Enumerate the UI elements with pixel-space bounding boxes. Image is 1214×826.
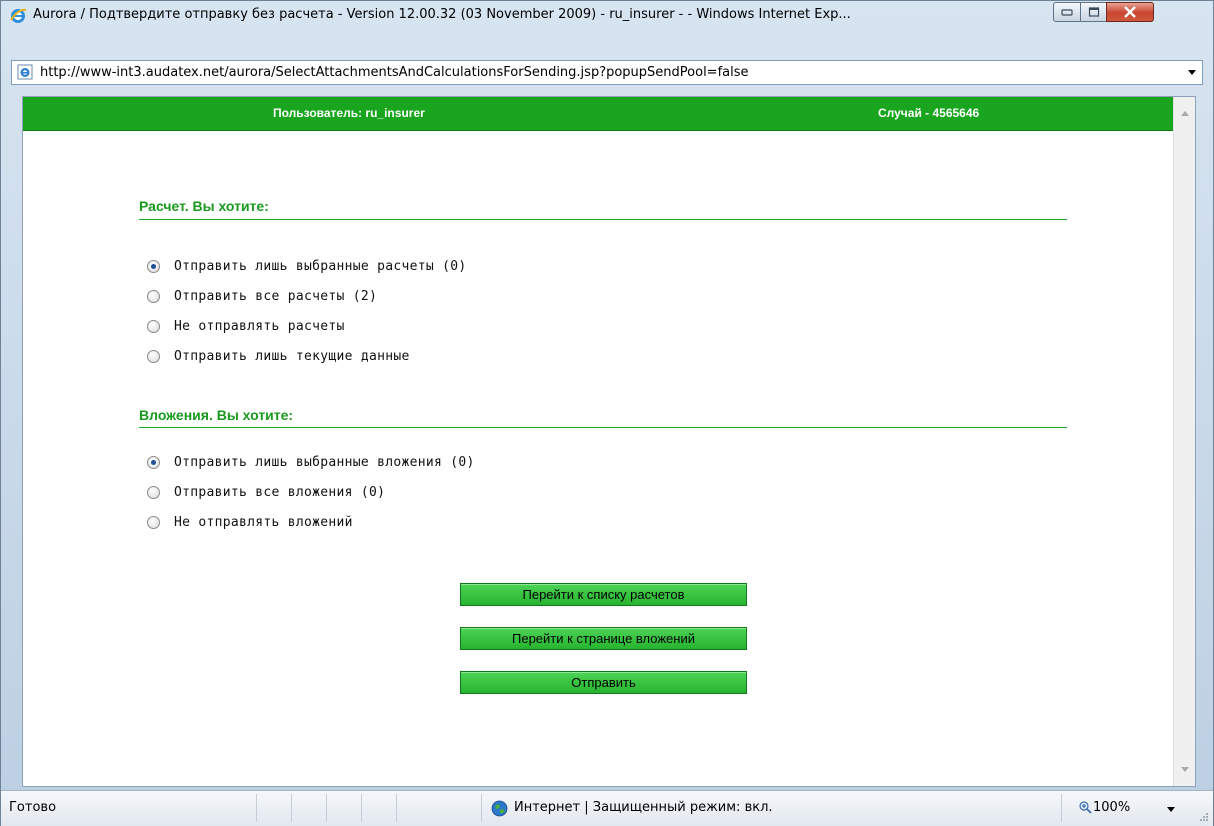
address-bar[interactable]: http://www-int3.audatex.net/aurora/Selec… [11,60,1203,85]
maximize-icon [1088,7,1099,17]
window-title: Aurora / Подтвердите отправку без расчет… [33,7,851,22]
radio-button[interactable] [147,289,160,303]
status-bar: Готово Интернет | Защищенный режим: вкл.… [1,790,1213,826]
divider [396,794,397,822]
radio-button[interactable] [147,455,160,469]
radio-button[interactable] [147,485,160,499]
close-button[interactable] [1106,2,1154,22]
radio-button[interactable] [147,349,160,363]
header-bar: Пользователь: ru_insurer Случай - 456564… [23,97,1173,131]
option-label: Не отправлять вложений [174,514,353,530]
radio-button[interactable] [147,319,160,333]
calculations-title: Расчет. Вы хотите: [139,198,269,214]
security-zone[interactable]: Интернет | Защищенный режим: вкл. [514,800,773,815]
browser-window: Aurora / Подтвердите отправку без расчет… [0,0,1214,826]
calc-option-selected[interactable]: Отправить лишь выбранные расчеты (0) [147,256,467,276]
calc-option-none[interactable]: Не отправлять расчеты [147,316,345,336]
maximize-button[interactable] [1080,2,1107,22]
minimize-button[interactable] [1053,2,1081,22]
ie-icon [10,8,27,23]
divider [1061,794,1062,822]
url-field[interactable]: http://www-int3.audatex.net/aurora/Selec… [40,65,749,80]
resize-grip-icon[interactable] [1199,812,1209,822]
option-label: Отправить лишь текущие данные [174,348,410,364]
magnifier-icon [1079,801,1092,814]
scroll-up-icon[interactable] [1181,111,1189,116]
title-bar[interactable]: Aurora / Подтвердите отправку без расчет… [1,1,1213,29]
chevron-down-icon[interactable] [1188,70,1196,75]
option-label: Отправить все расчеты (2) [174,288,378,304]
divider [139,219,1067,220]
ie-page-icon [17,64,33,80]
status-text: Готово [9,800,57,815]
option-label: Отправить все вложения (0) [174,484,386,500]
radio-button[interactable] [147,515,160,529]
attach-option-selected[interactable]: Отправить лишь выбранные вложения (0) [147,452,475,472]
option-label: Отправить лишь выбранные расчеты (0) [174,258,467,274]
divider [361,794,362,822]
divider [481,794,482,822]
zoom-level[interactable]: 100% [1093,800,1130,815]
divider [326,794,327,822]
page-content: Пользователь: ru_insurer Случай - 456564… [22,96,1196,787]
attachments-title: Вложения. Вы хотите: [139,407,294,423]
vertical-scrollbar[interactable] [1173,97,1195,786]
option-label: Не отправлять расчеты [174,318,345,334]
send-button[interactable]: Отправить [460,671,747,694]
option-label: Отправить лишь выбранные вложения (0) [174,454,475,470]
attach-option-all[interactable]: Отправить все вложения (0) [147,482,385,502]
calc-option-current[interactable]: Отправить лишь текущие данные [147,346,410,366]
calc-option-all[interactable]: Отправить все расчеты (2) [147,286,377,306]
divider [139,427,1067,428]
user-label: Пользователь: ru_insurer [273,106,425,120]
attachments-page-button[interactable]: Перейти к странице вложений [460,627,747,650]
divider [291,794,292,822]
chevron-down-icon[interactable] [1167,807,1175,812]
calc-list-button[interactable]: Перейти к списку расчетов [460,583,747,606]
radio-button[interactable] [147,259,160,273]
case-label: Случай - 4565646 [878,106,980,120]
divider [256,794,257,822]
close-icon [1124,6,1136,18]
globe-icon [491,800,508,817]
minimize-icon [1061,9,1073,16]
scroll-down-icon[interactable] [1181,767,1189,772]
attach-option-none[interactable]: Не отправлять вложений [147,512,353,532]
